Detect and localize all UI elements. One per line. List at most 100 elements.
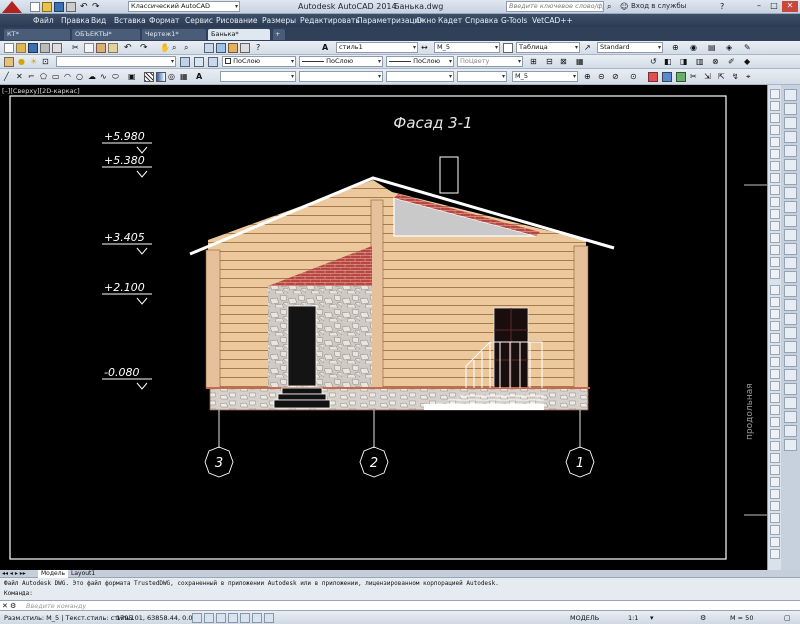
toolbar-tool-icon[interactable]: ◧ (664, 57, 674, 67)
toolbar-tool-icon[interactable] (676, 72, 686, 82)
tool-icon[interactable] (770, 357, 780, 367)
annotation-scale[interactable]: 1:1 (628, 614, 638, 622)
toolbar-tool-icon[interactable]: ⊙ (630, 72, 640, 82)
print-icon[interactable] (66, 2, 76, 12)
tool-icon[interactable] (784, 173, 797, 185)
lineweight-toggle-icon[interactable] (264, 613, 274, 623)
clean-screen-icon[interactable]: ▢ (784, 613, 794, 623)
tool-icon[interactable] (784, 229, 797, 241)
tool-icon[interactable] (770, 525, 780, 535)
command-config-icon[interactable]: ⚙ (10, 601, 16, 611)
layer-select[interactable]: ▾ (56, 56, 176, 67)
menu-edit[interactable]: Правка (61, 16, 90, 25)
arc-icon[interactable]: ◠ (64, 72, 74, 82)
polyline-icon[interactable]: ⌐ (28, 72, 38, 82)
menu-format[interactable]: Формат (149, 16, 179, 25)
line-icon[interactable]: ╱ (4, 72, 14, 82)
tool-icon[interactable] (770, 297, 780, 307)
mtext-icon[interactable]: A (196, 72, 206, 82)
toolbar-tool-icon[interactable]: ✂ (690, 72, 700, 82)
menu-window[interactable]: Окно (416, 16, 436, 25)
menu-view[interactable]: Вид (91, 16, 106, 25)
tab-kt[interactable]: КТ* (4, 29, 70, 40)
tool-icon[interactable] (770, 345, 780, 355)
text-style-select[interactable]: стиль1 ▾ (336, 42, 418, 53)
help-icon[interactable]: ? (256, 43, 266, 53)
tool-icon[interactable] (784, 201, 797, 213)
trim-icon[interactable] (770, 197, 780, 207)
tool-icon[interactable] (770, 549, 780, 559)
layer-states-icon[interactable] (208, 57, 218, 67)
tool-icon[interactable] (770, 369, 780, 379)
array-icon[interactable] (770, 137, 780, 147)
color-select[interactable]: ПоСлою ▾ (222, 56, 296, 67)
annotation-visibility-icon[interactable]: ▾ (650, 613, 660, 623)
search-icon[interactable]: ⌕ (607, 2, 617, 12)
toolbar-tool-icon[interactable]: ⇲ (704, 72, 714, 82)
tab-objects[interactable]: ОБЪЕКТЫ* (72, 29, 140, 40)
dimstyle-combo-2[interactable]: M_5 ▾ (512, 71, 578, 82)
redo-icon[interactable]: ↷ (140, 43, 150, 53)
menu-help[interactable]: Справка (465, 16, 498, 25)
tool-icon[interactable] (770, 489, 780, 499)
rotate-icon[interactable] (770, 161, 780, 171)
match-properties-icon[interactable] (108, 43, 118, 53)
toolbar-tool-icon[interactable]: ⊘ (612, 72, 622, 82)
toolbar-tool-icon[interactable]: ◉ (690, 43, 700, 53)
table-icon[interactable]: ▦ (180, 72, 190, 82)
make-current-icon[interactable] (180, 57, 190, 67)
zoom-prev-icon[interactable]: ⌕ (184, 43, 194, 53)
toolbar-tool-icon[interactable]: ◨ (680, 57, 690, 67)
undo-icon[interactable]: ↶ (80, 2, 90, 12)
menu-file[interactable]: Файл (33, 16, 54, 25)
ortho-icon[interactable] (216, 613, 226, 623)
user-icon[interactable]: ☺ (620, 2, 630, 12)
toolbar-tool-icon[interactable]: ⌖ (746, 72, 756, 82)
tool-icon[interactable] (784, 397, 797, 409)
paste-icon[interactable] (96, 43, 106, 53)
tool-icon[interactable] (784, 285, 797, 297)
polygon-icon[interactable]: ⬠ (40, 72, 50, 82)
dim-style-select[interactable]: M_5 ▾ (434, 42, 500, 53)
toolbar-tool-icon[interactable]: ↯ (732, 72, 742, 82)
tool-icon[interactable] (770, 333, 780, 343)
grid-icon[interactable] (204, 613, 214, 623)
tool-icon[interactable] (770, 441, 780, 451)
search-input[interactable]: Введите ключевое слово/фразу (506, 1, 604, 12)
minimize-button[interactable]: – (752, 1, 766, 12)
calculator-icon[interactable] (240, 43, 250, 53)
tab-layout1[interactable]: Layout1 (68, 570, 98, 578)
tool-icon[interactable] (784, 145, 797, 157)
open-file-icon[interactable] (42, 2, 52, 12)
lineweight-select[interactable]: ПоСлою ▾ (386, 56, 454, 67)
otrack-icon[interactable] (252, 613, 262, 623)
tool-icon[interactable] (770, 453, 780, 463)
toolbar-tool-icon[interactable] (662, 72, 672, 82)
mirror-icon[interactable] (770, 113, 780, 123)
model-space-button[interactable]: МОДЕЛЬ (570, 614, 599, 622)
toolbar-tool-icon[interactable]: ▥ (696, 57, 706, 67)
tool-icon[interactable] (784, 159, 797, 171)
tab-drawing1[interactable]: Чертеж1* (142, 29, 206, 40)
break-icon[interactable] (770, 221, 780, 231)
new-icon[interactable] (4, 43, 14, 53)
help-icon[interactable]: ? (720, 2, 730, 12)
circle-icon[interactable]: ○ (76, 72, 86, 82)
plot-icon[interactable] (40, 43, 50, 53)
tool-icon[interactable] (770, 429, 780, 439)
toolbar-tool-icon[interactable] (648, 72, 658, 82)
tool-icon[interactable] (770, 477, 780, 487)
move-icon[interactable] (770, 149, 780, 159)
ellipse-icon[interactable]: ⬭ (112, 72, 122, 82)
explode-icon[interactable] (770, 269, 780, 279)
tool-icon[interactable] (784, 383, 797, 395)
tool-icon[interactable] (784, 187, 797, 199)
scale-icon[interactable] (770, 173, 780, 183)
toolbar-tool-icon[interactable]: ▦ (576, 57, 586, 67)
tool-icon[interactable] (770, 285, 780, 295)
tool-icon[interactable] (770, 501, 780, 511)
tool-icon[interactable] (784, 103, 797, 115)
menu-dimensions[interactable]: Размеры (262, 16, 296, 25)
command-line[interactable]: ✕ ⚙ Введите команду (0, 600, 800, 611)
join-icon[interactable] (770, 233, 780, 243)
